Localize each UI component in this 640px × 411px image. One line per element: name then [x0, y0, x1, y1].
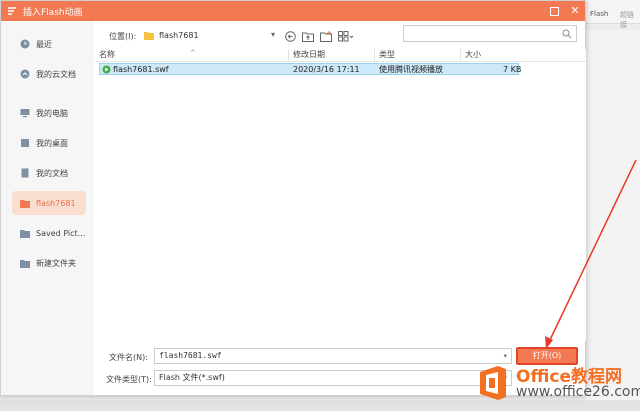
chevron-down-icon: ▾ [270, 30, 275, 39]
sidebar-item-my-documents[interactable]: 我的文档 [12, 161, 86, 185]
location-label: 位置(I): [109, 32, 137, 41]
background-ribbon: Flash 超链接 [586, 0, 640, 29]
maximize-button[interactable] [546, 3, 562, 19]
sidebar-item-flash7681[interactable]: flash7681 [12, 191, 86, 215]
filename-label: 文件名(N): [109, 353, 148, 362]
sidebar-item-new-folder[interactable]: 新建文件夹 [12, 251, 86, 275]
location-value: flash7681 [159, 31, 199, 40]
up-folder-button[interactable] [301, 30, 315, 43]
table-row[interactable]: flash7681.swf 2020/3/16 17:11 使用腾讯视频播放 7… [99, 63, 522, 77]
back-button[interactable] [283, 30, 297, 43]
file-size: 7 KB [503, 65, 522, 74]
clock-icon [20, 39, 30, 49]
new-folder-icon [320, 31, 332, 42]
swf-file-icon [102, 65, 111, 77]
maximize-icon [549, 7, 559, 16]
file-type: 使用腾讯视频播放 [379, 65, 443, 74]
app-logo-icon [8, 7, 16, 15]
sidebar-item-my-computer[interactable]: 我的电脑 [12, 101, 86, 125]
folder-icon [20, 198, 30, 208]
view-mode-button[interactable] [337, 30, 355, 43]
file-name: flash7681.swf [113, 65, 169, 74]
sidebar-item-recent[interactable]: 最近 [12, 32, 86, 56]
sidebar-item-saved-pictures[interactable]: Saved Pict... [12, 221, 86, 245]
grid-view-icon [338, 31, 354, 42]
sidebar-item-label: Saved Pict... [36, 228, 86, 238]
cloud-icon [20, 69, 30, 79]
sidebar-item-label: 我的桌面 [36, 138, 68, 148]
file-list[interactable]: 名称 ^ 修改日期 类型 大小 flash7681.swf 2020/3/16 … [95, 49, 586, 341]
background-document [586, 30, 640, 411]
sidebar: 最近 我的云文档 我的电脑 我的桌面 我的文档 flash7681 Saved … [1, 21, 94, 395]
sidebar-item-cloud-docs[interactable]: 我的云文档 [12, 62, 86, 86]
sort-ascending-icon: ^ [190, 49, 196, 57]
ribbon-hyperlink-label[interactable]: 超链接 [620, 10, 640, 30]
sidebar-item-label: 我的云文档 [36, 69, 76, 79]
sidebar-item-label: 最近 [36, 39, 52, 49]
desktop-icon [20, 138, 30, 148]
sidebar-item-label: 我的文档 [36, 168, 68, 178]
insert-flash-dialog: 插入Flash动画 ✕ 最近 我的云文档 我的电脑 我的桌面 我的文档 flas… [0, 0, 586, 396]
location-select[interactable]: flash7681 ▾ [141, 27, 281, 44]
column-header-name[interactable]: 名称 ^ [95, 49, 289, 61]
close-button[interactable]: ✕ [567, 3, 583, 19]
search-icon [562, 29, 572, 39]
sidebar-item-my-desktop[interactable]: 我的桌面 [12, 131, 86, 155]
office-logo-icon [480, 366, 506, 400]
folder-icon [20, 258, 30, 268]
folder-icon [20, 228, 30, 238]
sidebar-item-label: 新建文件夹 [36, 258, 76, 268]
filetype-select[interactable]: Flash 文件(*.swf) ▾ [154, 370, 512, 386]
computer-icon [20, 108, 30, 118]
document-icon [20, 168, 30, 178]
sidebar-item-label: 我的电脑 [36, 108, 68, 118]
column-header-date[interactable]: 修改日期 [289, 49, 375, 61]
sidebar-item-label: flash7681 [36, 198, 76, 208]
watermark: Office教程网 www.office26.com [472, 358, 640, 411]
header-divider [95, 61, 586, 62]
filename-input[interactable]: flash7681.swf ▾ [154, 348, 512, 364]
filetype-label: 文件类型(T): [106, 375, 152, 384]
file-date: 2020/3/16 17:11 [293, 65, 360, 74]
watermark-url: www.office26.com [516, 384, 640, 400]
new-folder-button[interactable] [319, 30, 333, 43]
ribbon-flash-label[interactable]: Flash [590, 10, 608, 18]
column-header-size[interactable]: 大小 [461, 49, 519, 61]
filetype-value: Flash 文件(*.swf) [159, 373, 225, 382]
up-folder-icon [302, 32, 314, 42]
back-arrow-icon [284, 31, 296, 42]
dialog-titlebar[interactable]: 插入Flash动画 ✕ [1, 1, 585, 21]
column-header-label: 名称 [99, 50, 115, 59]
dialog-title: 插入Flash动画 [23, 8, 83, 18]
column-header-type[interactable]: 类型 [375, 49, 461, 61]
search-input[interactable] [403, 25, 577, 42]
folder-icon [144, 32, 154, 40]
filename-value: flash7681.swf [159, 351, 222, 360]
